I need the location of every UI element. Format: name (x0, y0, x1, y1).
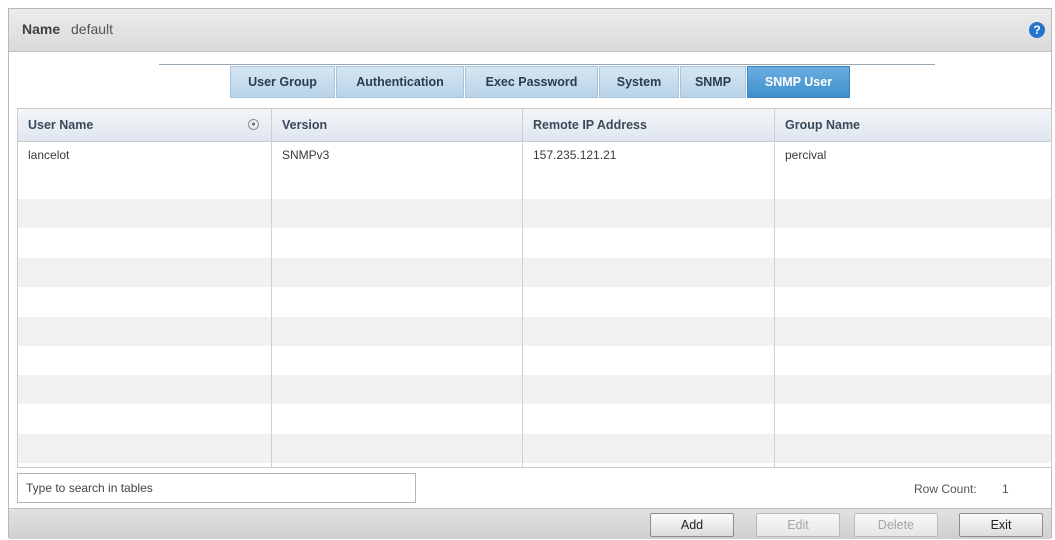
column-header-group-name[interactable]: Group Name (775, 109, 1051, 141)
empty-row (18, 199, 1051, 228)
help-icon[interactable]: ? (1029, 22, 1045, 38)
edit-button[interactable]: Edit (756, 513, 840, 537)
empty-row (18, 258, 1051, 287)
add-button[interactable]: Add (650, 513, 734, 537)
tab-exec-password[interactable]: Exec Password (465, 66, 598, 98)
cell-group-name: percival (785, 148, 827, 162)
row-count-label: Row Count: (914, 482, 977, 496)
cell-remote-ip-address: 157.235.121.21 (533, 148, 617, 162)
exit-button[interactable]: Exit (959, 513, 1043, 537)
tab-user-group[interactable]: User Group (230, 66, 335, 98)
tab-system[interactable]: System (599, 66, 679, 98)
name-value: default (71, 21, 114, 37)
tab-authentication[interactable]: Authentication (336, 66, 464, 98)
column-header-user-name[interactable]: User Name (18, 109, 271, 141)
cell-version: SNMPv3 (282, 148, 330, 162)
empty-row (18, 375, 1051, 404)
action-bar: Add Edit Delete Exit (9, 508, 1051, 539)
sort-indicator-icon[interactable]: ● (248, 119, 259, 130)
table-row[interactable]: lancelot SNMPv3 157.235.121.21 percival (18, 141, 1051, 170)
tab-snmp[interactable]: SNMP (680, 66, 746, 98)
snmp-user-panel: Name default ? User Group Authentication… (8, 8, 1052, 539)
panel-header: Name default ? (9, 9, 1051, 52)
table-search-input[interactable] (17, 473, 416, 503)
table-header: User Name ● Version Remote IP Address Gr… (18, 109, 1051, 142)
column-divider (774, 109, 775, 467)
row-count-value: 1 (1002, 482, 1009, 496)
empty-row (18, 317, 1051, 346)
name-label: Name (22, 21, 61, 37)
delete-button[interactable]: Delete (854, 513, 938, 537)
tab-divider (159, 64, 935, 65)
column-divider (522, 109, 523, 467)
cell-user-name: lancelot (28, 148, 70, 162)
column-header-remote-ip-address[interactable]: Remote IP Address (523, 109, 773, 141)
empty-row (18, 434, 1051, 463)
column-header-version[interactable]: Version (272, 109, 522, 141)
snmp-user-table: User Name ● Version Remote IP Address Gr… (17, 108, 1052, 468)
tab-snmp-user[interactable]: SNMP User (747, 66, 850, 98)
column-divider (271, 109, 272, 467)
